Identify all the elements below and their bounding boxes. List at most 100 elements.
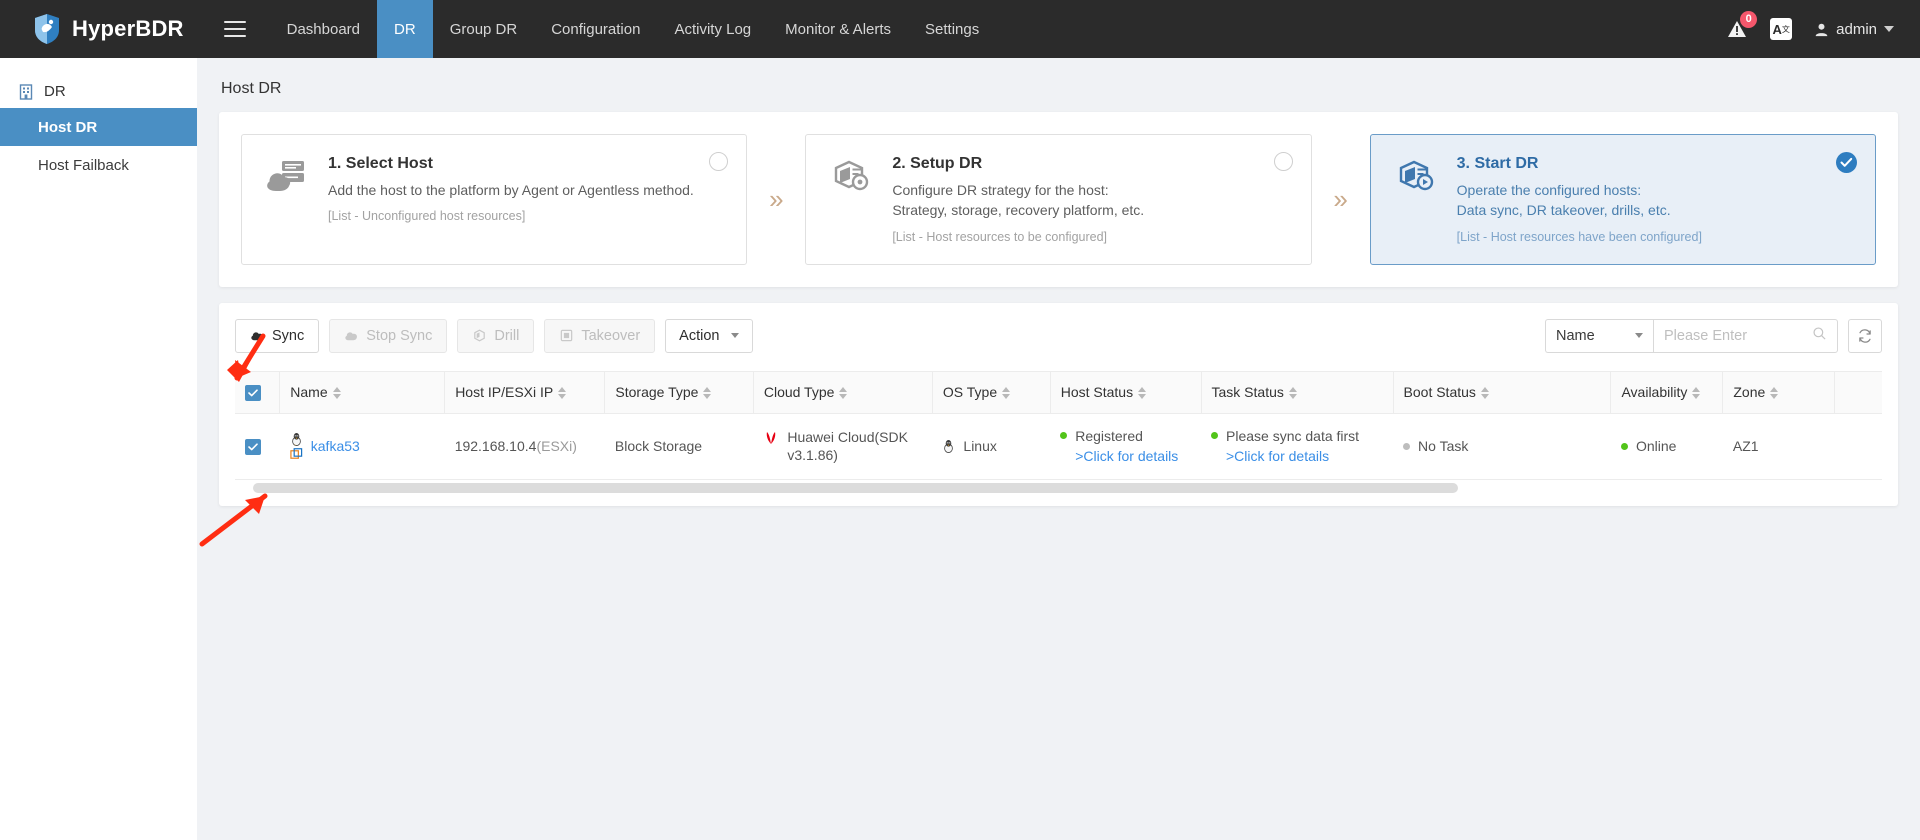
- sort-icon[interactable]: [1770, 387, 1779, 400]
- scrollbar-thumb[interactable]: [253, 483, 1458, 494]
- step-desc-line: Data sync, DR takeover, drills, etc.: [1456, 202, 1671, 219]
- brand-name: HyperBDR: [72, 16, 184, 41]
- stop-sync-button[interactable]: Stop Sync: [329, 318, 448, 353]
- availability-value: Online: [1635, 438, 1677, 455]
- search-field-select[interactable]: Name: [1545, 318, 1653, 353]
- nav-item-group-dr[interactable]: Group DR: [433, 0, 535, 58]
- hamburger-icon[interactable]: [223, 21, 246, 37]
- step-card-start-dr[interactable]: 3. Start DR Operate the configured hosts…: [1369, 134, 1876, 265]
- step-title: 3. Start DR: [1456, 155, 1539, 172]
- step-note: [List - Unconfigured host resources]: [328, 209, 526, 224]
- row-select-cell: [235, 413, 280, 481]
- takeover-icon: [559, 328, 574, 343]
- nav-item-dr[interactable]: DR: [377, 0, 433, 58]
- step-title: 2. Setup DR: [892, 155, 983, 172]
- language-switch-icon[interactable]: A文: [1770, 18, 1793, 40]
- step-card-select-host[interactable]: 1. Select Host Add the host to the platf…: [241, 134, 748, 265]
- sort-icon[interactable]: [1138, 387, 1147, 400]
- sidebar-group-label: DR: [44, 82, 66, 100]
- sidebar-item-host-failback[interactable]: Host Failback: [0, 146, 197, 184]
- circle-empty-icon: [709, 152, 729, 171]
- cloud-type-value: Huawei Cloud(SDK v3.1.86): [787, 428, 908, 464]
- table-horizontal-scrollbar[interactable]: [235, 482, 1882, 495]
- circle-empty-icon: [1273, 152, 1293, 171]
- column-label: Boot Status: [1403, 384, 1476, 401]
- nav-item-dashboard[interactable]: Dashboard: [270, 0, 377, 58]
- sort-icon[interactable]: [1692, 387, 1701, 400]
- column-header-cloud-type[interactable]: Cloud Type: [753, 370, 933, 414]
- sort-icon[interactable]: [1288, 387, 1297, 400]
- table-row[interactable]: kafka53 192.168.10.4(ESXi) Block Storage: [235, 413, 1882, 481]
- step-note: [List - Host resources to be configured]: [892, 229, 1108, 244]
- column-header-host-ip[interactable]: Host IP/ESXi IP: [444, 370, 606, 414]
- host-status-value: Registered: [1075, 427, 1143, 444]
- task-status-details-link[interactable]: >Click for details: [1226, 447, 1359, 466]
- cell-storage-type: Block Storage: [604, 413, 754, 481]
- nav-item-activity-log[interactable]: Activity Log: [657, 0, 768, 58]
- host-list-panel: Sync Stop Sync Drill Takeover Action Nam…: [219, 302, 1898, 507]
- column-header-task-status[interactable]: Task Status: [1201, 370, 1394, 414]
- table-header-row: Name Host IP/ESXi IP Storage Type Cloud …: [235, 370, 1882, 414]
- huawei-logo-icon: [763, 430, 779, 449]
- alerts-button[interactable]: 0: [1726, 11, 1758, 40]
- step-note: [List - Host resources have been configu…: [1456, 229, 1702, 244]
- cell-task-status: Please sync data first >Click for detail…: [1201, 413, 1394, 481]
- refresh-button[interactable]: [1848, 318, 1882, 353]
- vmware-icon: [290, 448, 302, 459]
- column-label: Cloud Type: [763, 384, 835, 401]
- boot-status-value: No Task: [1418, 438, 1469, 455]
- status-dot: [1620, 443, 1628, 451]
- column-header-zone[interactable]: Zone: [1722, 370, 1836, 414]
- sync-button[interactable]: Sync: [235, 318, 320, 353]
- column-label: OS Type: [942, 384, 998, 401]
- step-separator-1: »: [769, 183, 784, 214]
- sort-icon[interactable]: [558, 387, 567, 400]
- host-ip-value: 192.168.10.4: [454, 438, 537, 455]
- column-header-storage-type[interactable]: Storage Type: [604, 370, 754, 414]
- column-header-host-status[interactable]: Host Status: [1050, 370, 1202, 414]
- drill-box-icon: [472, 328, 487, 343]
- sort-icon[interactable]: [839, 387, 848, 400]
- sort-icon[interactable]: [332, 387, 341, 400]
- search-icon[interactable]: [1812, 326, 1827, 346]
- sort-icon[interactable]: [1002, 387, 1011, 400]
- column-label: Zone: [1733, 384, 1766, 401]
- step-desc-line: Operate the configured hosts:: [1456, 182, 1642, 198]
- building-icon: [19, 83, 33, 100]
- action-button-label: Action: [679, 327, 720, 344]
- step-card-setup-dr[interactable]: 2. Setup DR Configure DR strategy for th…: [805, 134, 1312, 265]
- search-box[interactable]: [1653, 318, 1838, 353]
- page-title: Host DR: [221, 80, 282, 97]
- refresh-icon: [1859, 328, 1871, 343]
- step-status-indicator: [1273, 152, 1293, 171]
- search-input[interactable]: [1664, 327, 1804, 344]
- cell-zone: AZ1: [1722, 413, 1835, 481]
- takeover-button[interactable]: Takeover: [544, 318, 656, 353]
- sidebar-item-host-dr[interactable]: Host DR: [0, 108, 197, 146]
- dr-start-icon: [1393, 155, 1437, 244]
- column-header-availability[interactable]: Availability: [1610, 370, 1724, 414]
- task-status-value: Please sync data first: [1226, 427, 1360, 444]
- row-checkbox[interactable]: [245, 438, 261, 455]
- user-name: admin: [1836, 20, 1877, 38]
- sort-icon[interactable]: [703, 387, 712, 400]
- drill-button[interactable]: Drill: [457, 318, 535, 353]
- sort-icon[interactable]: [1480, 387, 1489, 400]
- host-name-link[interactable]: kafka53: [311, 438, 360, 454]
- table-toolbar: Sync Stop Sync Drill Takeover Action Nam…: [235, 318, 1882, 353]
- column-header-boot-status[interactable]: Boot Status: [1393, 370, 1612, 414]
- nav-item-monitor-alerts[interactable]: Monitor & Alerts: [768, 0, 908, 58]
- user-menu[interactable]: admin: [1814, 21, 1894, 38]
- column-header-name[interactable]: Name: [279, 370, 446, 414]
- host-ip-suffix: (ESXi): [536, 438, 577, 455]
- host-status-details-link[interactable]: >Click for details: [1075, 447, 1178, 466]
- select-all-checkbox[interactable]: [245, 384, 261, 401]
- column-header-os-type[interactable]: OS Type: [932, 370, 1051, 414]
- dr-setup-icon: [828, 155, 872, 244]
- sync-button-label: Sync: [272, 327, 305, 344]
- nav-item-settings[interactable]: Settings: [908, 0, 996, 58]
- app-shell: DR Host DR Host Failback Host DR 1. Sele…: [0, 58, 1920, 840]
- nav-item-configuration[interactable]: Configuration: [534, 0, 657, 58]
- action-dropdown-button[interactable]: Action: [665, 318, 754, 353]
- top-navigation-bar: HyperBDR Dashboard DR Group DR Configura…: [0, 0, 1920, 58]
